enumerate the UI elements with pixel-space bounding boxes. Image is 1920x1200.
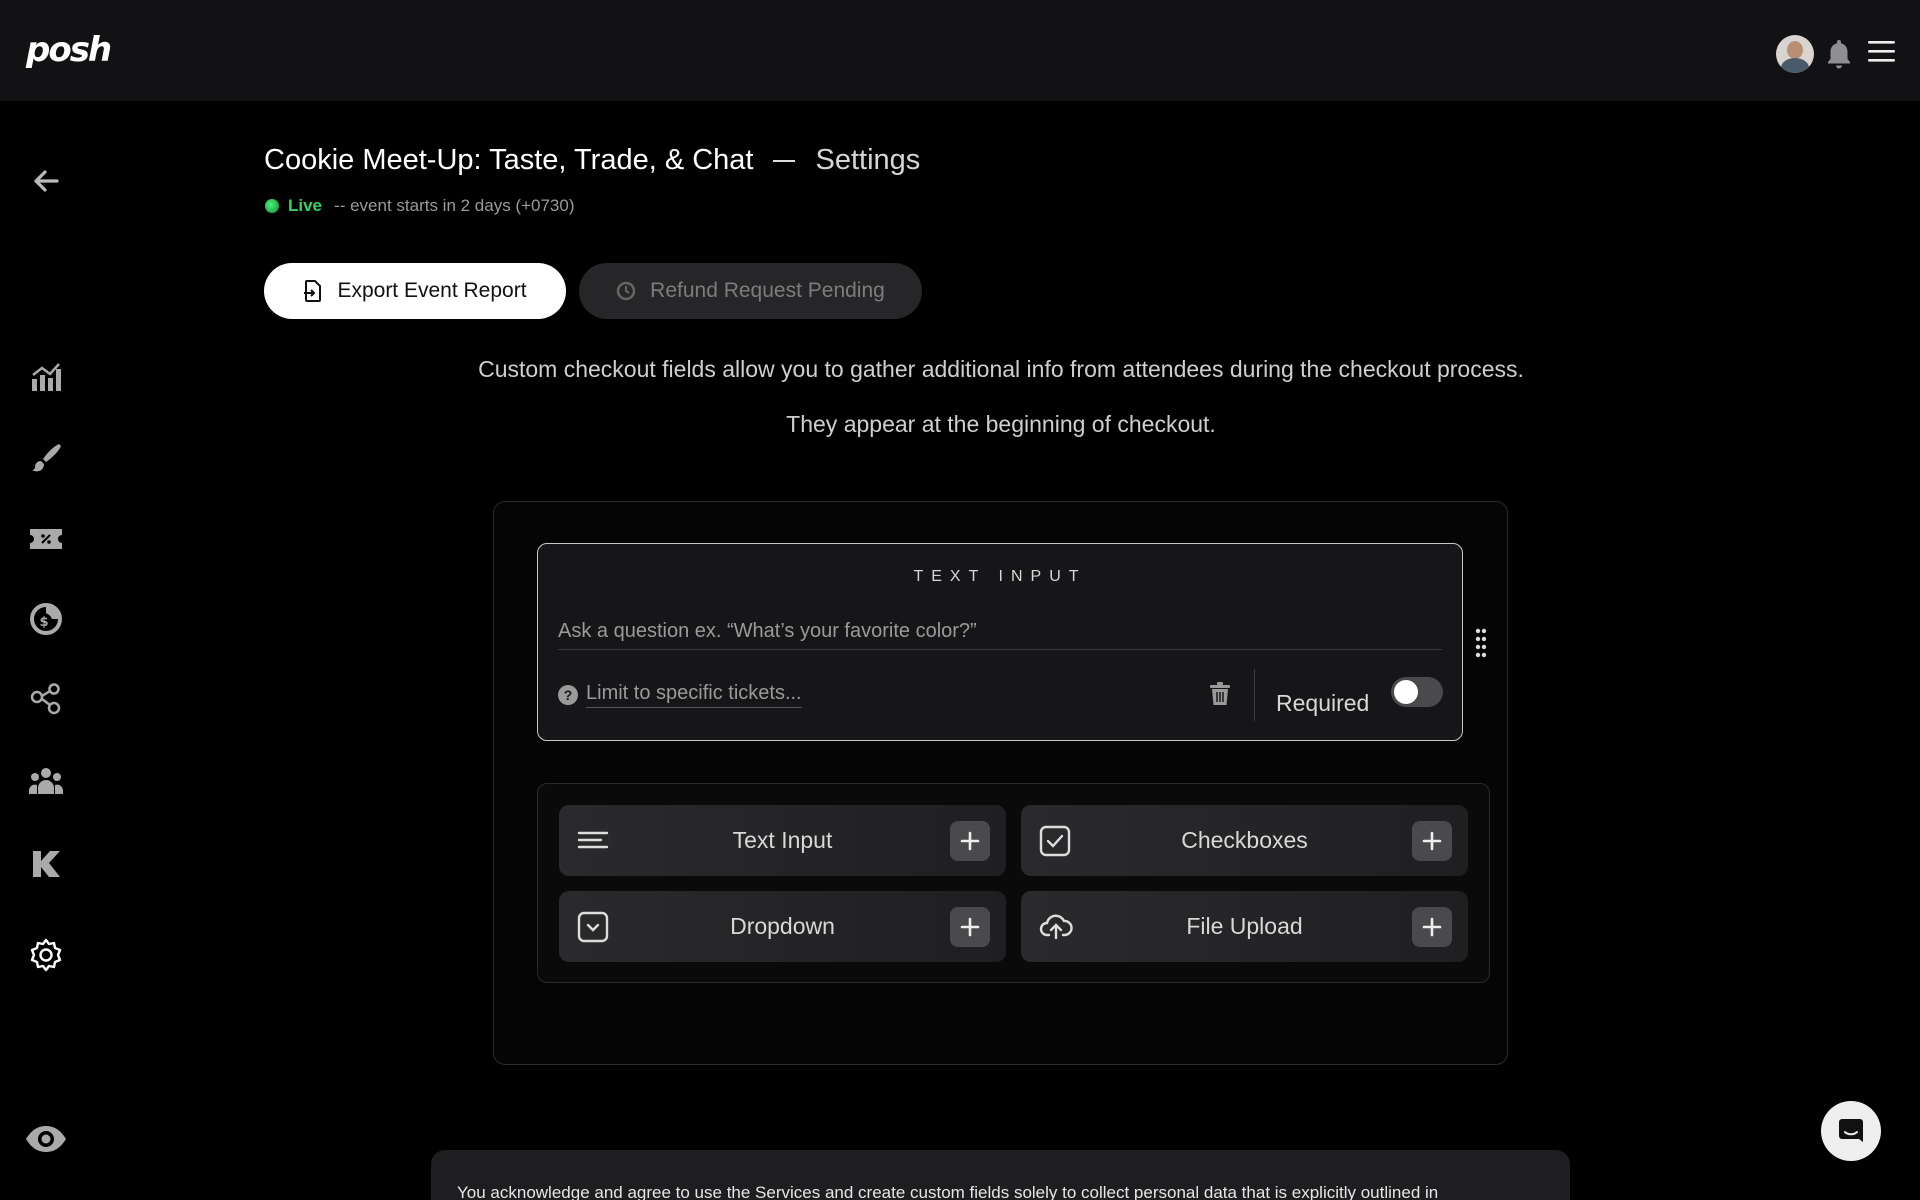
plus-icon[interactable] xyxy=(1412,821,1452,861)
add-dropdown-button[interactable]: Dropdown xyxy=(559,891,1006,962)
svg-text:$: $ xyxy=(39,615,48,630)
avatar-head xyxy=(1787,41,1803,59)
eye-icon[interactable] xyxy=(24,1124,68,1159)
people-network-icon[interactable] xyxy=(28,681,64,717)
ticket-percent-icon[interactable] xyxy=(28,521,64,557)
bar-chart-icon[interactable] xyxy=(28,359,64,395)
event-title: Cookie Meet-Up: Taste, Trade, & Chat xyxy=(264,144,754,176)
add-field-panel: Text Input Checkboxes Dropdown File Uplo… xyxy=(537,783,1490,983)
event-status: Live -- event starts in 2 days (+0730) xyxy=(265,196,575,216)
pending-clock-icon xyxy=(616,281,636,301)
required-label: Required xyxy=(1276,690,1370,716)
toggle-knob xyxy=(1394,680,1418,704)
export-event-report-label: Export Event Report xyxy=(337,279,527,302)
bell-icon[interactable] xyxy=(1826,38,1852,75)
add-text-input-button[interactable]: Text Input xyxy=(559,805,1006,876)
chat-icon xyxy=(1839,1119,1863,1142)
refund-request-pending-label: Refund Request Pending xyxy=(650,279,885,302)
divider xyxy=(1254,669,1255,721)
limit-tickets-label: Limit to specific tickets... xyxy=(586,682,802,708)
gear-icon[interactable] xyxy=(28,937,64,973)
live-status-dot xyxy=(265,199,279,213)
k-icon[interactable] xyxy=(28,846,64,882)
add-field-label: Text Input xyxy=(732,827,833,853)
question-input[interactable] xyxy=(558,614,1442,650)
description-line-1: Custom checkout fields allow you to gath… xyxy=(478,356,1524,382)
dollar-chart-icon[interactable]: $ xyxy=(28,601,64,637)
limit-tickets-selector[interactable]: ? Limit to specific tickets... xyxy=(558,682,802,708)
add-checkboxes-button[interactable]: Checkboxes xyxy=(1021,805,1468,876)
page-title: Cookie Meet-Up: Taste, Trade, & Chat Set… xyxy=(264,144,920,177)
live-status-label: Live xyxy=(288,196,323,215)
posh-logo[interactable]: posh xyxy=(26,30,112,70)
top-bar: posh xyxy=(0,0,1920,101)
add-field-label: Dropdown xyxy=(730,913,835,939)
title-separator xyxy=(773,159,796,162)
event-start-countdown: -- event starts in 2 days (+0730) xyxy=(334,196,575,215)
description-line-2: They appear at the beginning of checkout… xyxy=(786,411,1216,437)
sidebar: $ xyxy=(0,101,92,1200)
refund-request-pending-button: Refund Request Pending xyxy=(579,263,922,319)
add-field-label: File Upload xyxy=(1186,913,1303,939)
export-event-report-button[interactable]: Export Event Report xyxy=(264,263,566,319)
chat-support-button[interactable] xyxy=(1821,1101,1881,1161)
hamburger-menu-icon[interactable] xyxy=(1868,41,1895,67)
settings-title: Settings xyxy=(815,144,921,176)
trash-icon[interactable] xyxy=(1209,682,1231,711)
add-file-upload-button[interactable]: File Upload xyxy=(1021,891,1468,962)
custom-field-card: TEXT INPUT ? Limit to specific tickets..… xyxy=(537,543,1463,741)
paintbrush-icon[interactable] xyxy=(28,439,64,475)
data-notice-text: You acknowledge and agree to use the Ser… xyxy=(457,1183,1439,1200)
drag-handle-icon[interactable] xyxy=(1475,628,1487,663)
required-toggle[interactable] xyxy=(1391,677,1443,707)
arrow-left-icon[interactable] xyxy=(28,163,64,199)
plus-icon[interactable] xyxy=(950,907,990,947)
field-type-label: TEXT INPUT xyxy=(913,568,1087,585)
group-icon[interactable] xyxy=(28,763,64,799)
file-export-icon xyxy=(304,280,322,302)
help-icon[interactable]: ? xyxy=(558,685,578,705)
add-field-label: Checkboxes xyxy=(1181,827,1308,853)
data-notice-card: You acknowledge and agree to use the Ser… xyxy=(431,1150,1570,1200)
avatar-body xyxy=(1781,58,1809,73)
user-avatar[interactable] xyxy=(1776,35,1814,73)
plus-icon[interactable] xyxy=(1412,907,1452,947)
plus-icon[interactable] xyxy=(950,821,990,861)
